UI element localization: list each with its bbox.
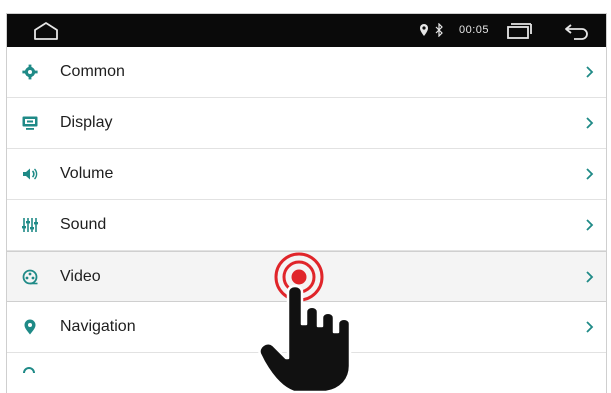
menu-item-display[interactable]: Display — [7, 98, 606, 149]
pointing-hand-icon — [258, 284, 352, 392]
menu-item-volume[interactable]: Volume — [7, 149, 606, 200]
recent-apps-icon[interactable] — [504, 22, 534, 40]
chevron-right-icon — [586, 271, 594, 283]
chevron-right-icon — [586, 219, 594, 231]
display-icon — [22, 116, 38, 130]
equalizer-icon — [22, 218, 38, 232]
chevron-right-icon — [586, 117, 594, 129]
gear-icon — [22, 64, 38, 80]
menu-item-label: Sound — [60, 216, 107, 233]
chevron-right-icon — [586, 168, 594, 180]
chevron-right-icon — [586, 321, 594, 333]
menu-item-label: Display — [60, 114, 113, 131]
menu-item-label: Common — [60, 63, 125, 80]
back-icon[interactable] — [562, 22, 592, 40]
video-icon — [22, 269, 38, 285]
menu-item-label: Navigation — [60, 318, 136, 335]
location-icon — [420, 24, 428, 36]
menu-item-common[interactable]: Common — [7, 47, 606, 98]
map-pin-icon — [24, 319, 36, 335]
chevron-right-icon — [586, 66, 594, 78]
volume-icon — [23, 168, 38, 180]
menu-item-sound[interactable]: Sound — [7, 200, 606, 251]
status-bar: 00:05 — [7, 14, 606, 47]
menu-item-label: Video — [60, 268, 101, 285]
status-time: 00:05 — [459, 24, 490, 36]
home-icon[interactable] — [31, 20, 61, 42]
partial-menu-icon — [23, 367, 35, 373]
bluetooth-icon — [435, 23, 443, 37]
menu-item-label: Volume — [60, 165, 114, 182]
